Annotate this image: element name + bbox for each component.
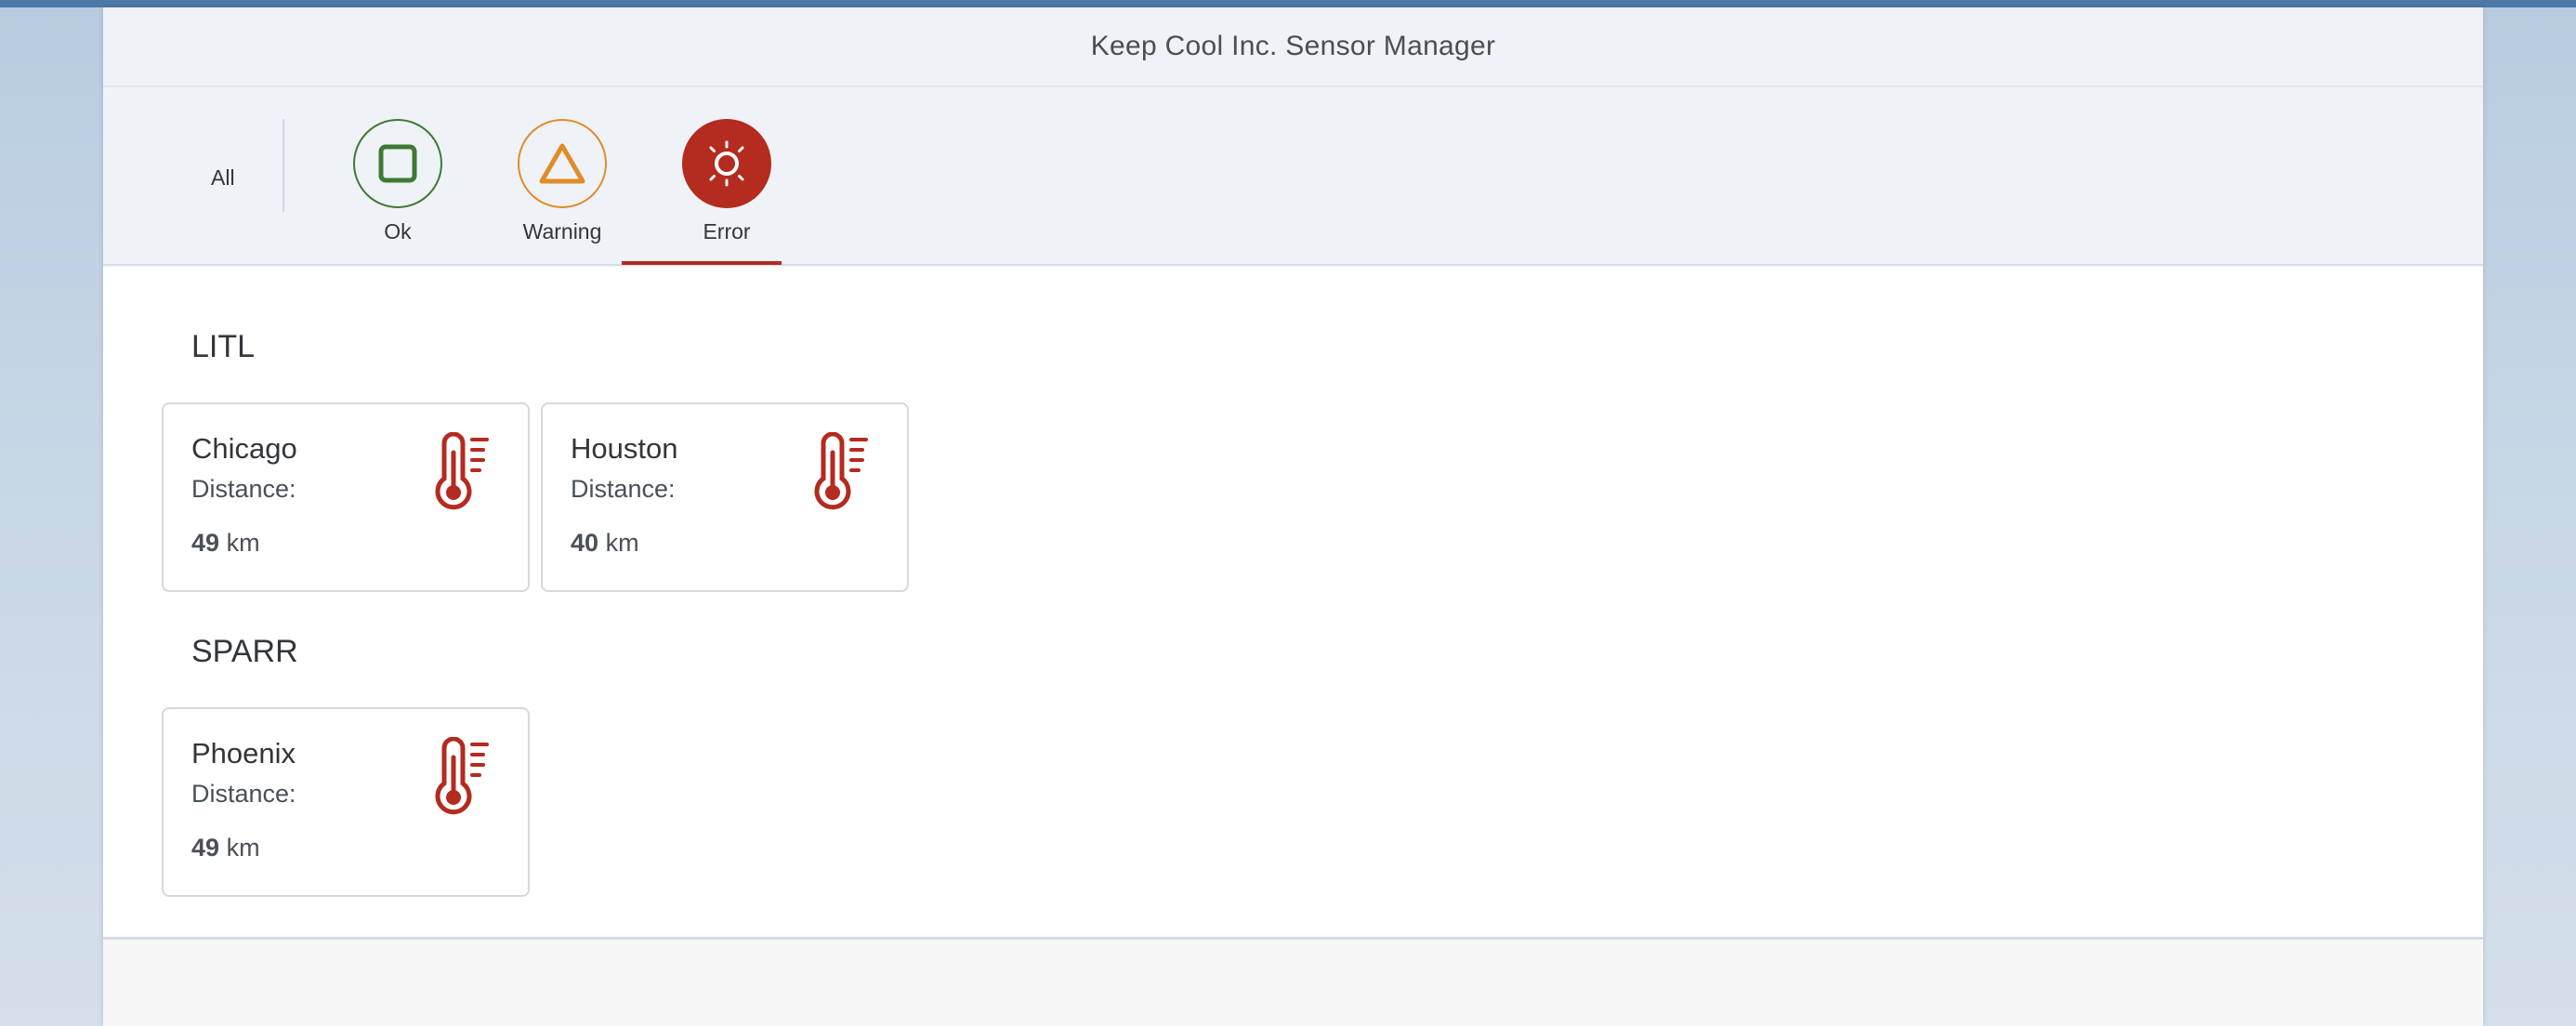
triangle-icon bbox=[539, 143, 585, 184]
tab-error-label: Error bbox=[703, 219, 751, 243]
sensor-card-phoenix[interactable]: Phoenix Distance: 49 km bbox=[162, 707, 530, 897]
distance-unit: km bbox=[226, 529, 260, 557]
shell-header: Keep Cool Inc. Sensor Manager bbox=[103, 7, 2483, 87]
error-circle bbox=[682, 119, 771, 208]
sensor-card-chicago[interactable]: Chicago Distance: 49 km bbox=[162, 402, 530, 592]
sun-icon bbox=[709, 140, 744, 187]
top-accent-strip bbox=[0, 0, 2576, 7]
distance-label: Distance: bbox=[191, 475, 296, 503]
distance-number: 49 bbox=[191, 529, 220, 557]
warning-circle bbox=[518, 119, 607, 208]
distance-unit: km bbox=[226, 834, 260, 862]
sensor-content: LITL Chicago Distance: 49 km Houston Dis… bbox=[103, 268, 2483, 940]
group-title-litl: LITL bbox=[191, 329, 256, 364]
tab-warning-label: Warning bbox=[522, 219, 602, 243]
distance-label: Distance: bbox=[191, 780, 296, 808]
distance-label: Distance: bbox=[571, 475, 676, 503]
sensor-city: Chicago bbox=[191, 432, 297, 465]
distance-number: 40 bbox=[571, 529, 599, 557]
distance-number: 49 bbox=[191, 834, 220, 862]
distance-unit: km bbox=[605, 529, 639, 557]
group-title-sparr: SPARR bbox=[191, 634, 298, 669]
tab-all-label[interactable]: All bbox=[211, 165, 235, 191]
thermometer-icon bbox=[435, 432, 489, 510]
selected-tab-underline bbox=[622, 261, 782, 265]
tab-ok-label: Ok bbox=[384, 219, 412, 243]
tab-error[interactable]: Error bbox=[648, 119, 806, 260]
distance-value: 49 km bbox=[191, 529, 260, 558]
sensor-city: Houston bbox=[571, 432, 678, 465]
icon-tab-bar-content: All Ok Warning Error bbox=[103, 87, 2483, 266]
distance-value: 49 km bbox=[191, 834, 260, 862]
tab-warning[interactable]: Warning bbox=[483, 119, 641, 260]
sensor-card-houston[interactable]: Houston Distance: 40 km bbox=[541, 402, 909, 592]
ok-circle bbox=[353, 119, 442, 208]
tab-ok[interactable]: Ok bbox=[319, 119, 477, 260]
square-icon bbox=[378, 144, 417, 183]
distance-value: 40 km bbox=[571, 529, 639, 558]
tab-separator bbox=[283, 119, 284, 212]
app-title: Keep Cool Inc. Sensor Manager bbox=[1090, 31, 1496, 61]
thermometer-icon bbox=[435, 737, 489, 815]
thermometer-icon bbox=[814, 432, 868, 510]
sensor-city: Phoenix bbox=[191, 737, 296, 770]
